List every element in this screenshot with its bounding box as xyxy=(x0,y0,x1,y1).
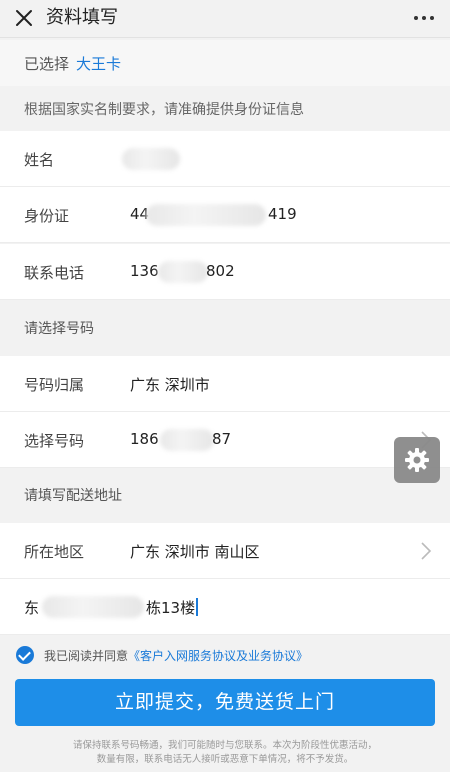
agreement-row: 我已阅读并同意 《客户入网服务协议及业务协议》 xyxy=(16,646,308,664)
footnote-line: 请保持联系号码畅通，我们可能随时与您联系。本次为阶段性优惠活动， xyxy=(72,740,377,751)
area-select-row[interactable]: 所在地区 广东 深圳市 南山区 xyxy=(0,523,450,579)
text-cursor xyxy=(196,598,199,616)
area-label: 所在地区 xyxy=(24,543,85,561)
name-field[interactable] xyxy=(122,148,180,170)
agreement-link[interactable]: 《客户入网服务协议及业务协议》 xyxy=(128,647,308,664)
number-section-title: 请选择号码 xyxy=(24,321,94,337)
phone-prefix[interactable]: 136 xyxy=(130,262,159,280)
choose-number-row[interactable]: 选择号码 186 87 xyxy=(0,412,450,468)
number-region-row: 号码归属 广东 深圳市 xyxy=(0,356,450,412)
number-section-header: 请选择号码 xyxy=(0,301,450,355)
address-section-title: 请填写配送地址 xyxy=(24,488,122,504)
agree-checkbox[interactable] xyxy=(16,646,34,664)
phone-masked xyxy=(158,261,208,283)
selected-plan-row: 已选择 大王卡 xyxy=(0,40,450,86)
address-section-header: 请填写配送地址 xyxy=(0,468,450,522)
phone-suffix: 802 xyxy=(206,262,235,280)
chosen-number-prefix: 186 xyxy=(130,430,159,448)
more-dots-icon[interactable] xyxy=(414,16,434,20)
number-region-value: 广东 深圳市 xyxy=(130,376,210,394)
address-suffix: 栋13楼 xyxy=(146,599,196,617)
chevron-right-icon[interactable] xyxy=(420,542,432,560)
id-card-label: 身份证 xyxy=(24,207,70,225)
choose-number-label: 选择号码 xyxy=(24,432,85,450)
page-title: 资料填写 xyxy=(46,7,118,28)
address-detail-row[interactable]: 东 栋13楼 xyxy=(0,579,450,635)
address-prefix[interactable]: 东 xyxy=(24,597,39,618)
close-icon[interactable] xyxy=(12,6,36,30)
number-region-label: 号码归属 xyxy=(24,376,85,394)
area-value[interactable]: 广东 深圳市 南山区 xyxy=(130,541,260,562)
selected-label: 已选择 xyxy=(24,55,70,73)
name-label: 姓名 xyxy=(24,151,55,169)
phone-field-row[interactable]: 联系电话 136 802 xyxy=(0,244,450,300)
phone-label: 联系电话 xyxy=(24,264,85,282)
realname-notice: 根据国家实名制要求，请准确提供身份证信息 xyxy=(24,102,304,118)
footnote-line: 数量有限，联系电话无人接听或恶意下单情况，将不予发货。 xyxy=(96,754,354,765)
id-card-masked xyxy=(146,204,266,226)
id-card-field-row[interactable]: 身份证 44 419 xyxy=(0,187,450,243)
address-masked xyxy=(42,596,144,618)
selected-plan-link[interactable]: 大王卡 xyxy=(76,53,121,74)
submit-button[interactable]: 立即提交，免费送货上门 xyxy=(15,679,435,726)
agreement-text: 我已阅读并同意 xyxy=(44,648,129,663)
top-bar: 资料填写 xyxy=(0,0,450,38)
id-card-suffix: 419 xyxy=(268,205,297,223)
chosen-number-masked xyxy=(160,429,214,451)
chosen-number-suffix: 87 xyxy=(212,430,232,448)
footnote: 请保持联系号码畅通，我们可能随时与您联系。本次为阶段性优惠活动， 数量有限，联系… xyxy=(30,739,420,767)
gear-icon[interactable] xyxy=(394,437,440,483)
name-field-row[interactable]: 姓名 xyxy=(0,131,450,187)
